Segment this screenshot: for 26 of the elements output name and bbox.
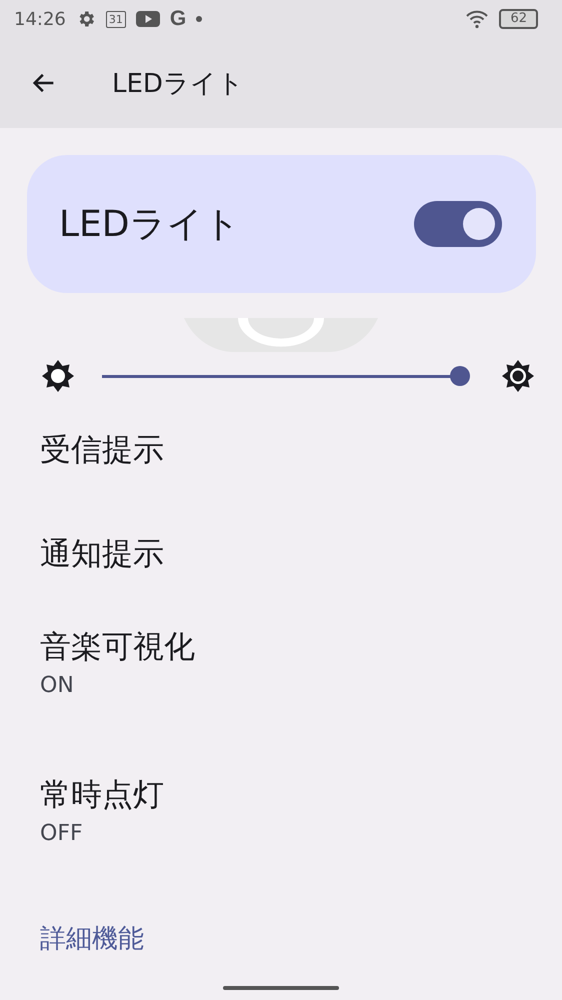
setting-item[interactable]: 常時点灯 OFF [40, 755, 562, 865]
advanced-link[interactable]: 詳細機能 [40, 921, 144, 956]
setting-summary: OFF [40, 820, 84, 846]
setting-title: 音楽可視化 [40, 628, 196, 666]
toggle-switch[interactable] [414, 201, 502, 247]
switch-label: LEDライト [59, 202, 241, 246]
setting-title: 受信提示 [40, 431, 165, 470]
page-title: LEDライト [112, 68, 244, 100]
wifi-icon [465, 9, 490, 29]
setting-summary: ON [40, 672, 75, 698]
video-play-icon [136, 10, 160, 28]
setting-item[interactable]: 通知提示 [40, 504, 562, 604]
google-icon: G [170, 7, 186, 31]
battery-icon: 62 [499, 9, 538, 29]
slider-thumb[interactable] [450, 366, 470, 386]
dot-icon [196, 16, 202, 22]
setting-title: 常時点灯 [40, 776, 165, 814]
calendar-icon: 31 [106, 10, 126, 28]
brightness-low-icon [40, 358, 76, 394]
status-time: 14:26 [14, 8, 66, 30]
setting-title: 通知提示 [40, 535, 165, 574]
brightness-high-icon [500, 358, 536, 394]
navigation-handle[interactable] [223, 986, 339, 990]
setting-item[interactable]: 音楽可視化 ON [40, 607, 562, 717]
main-switch-card[interactable]: LEDライト [27, 155, 536, 293]
setting-item[interactable]: 受信提示 [40, 420, 562, 480]
